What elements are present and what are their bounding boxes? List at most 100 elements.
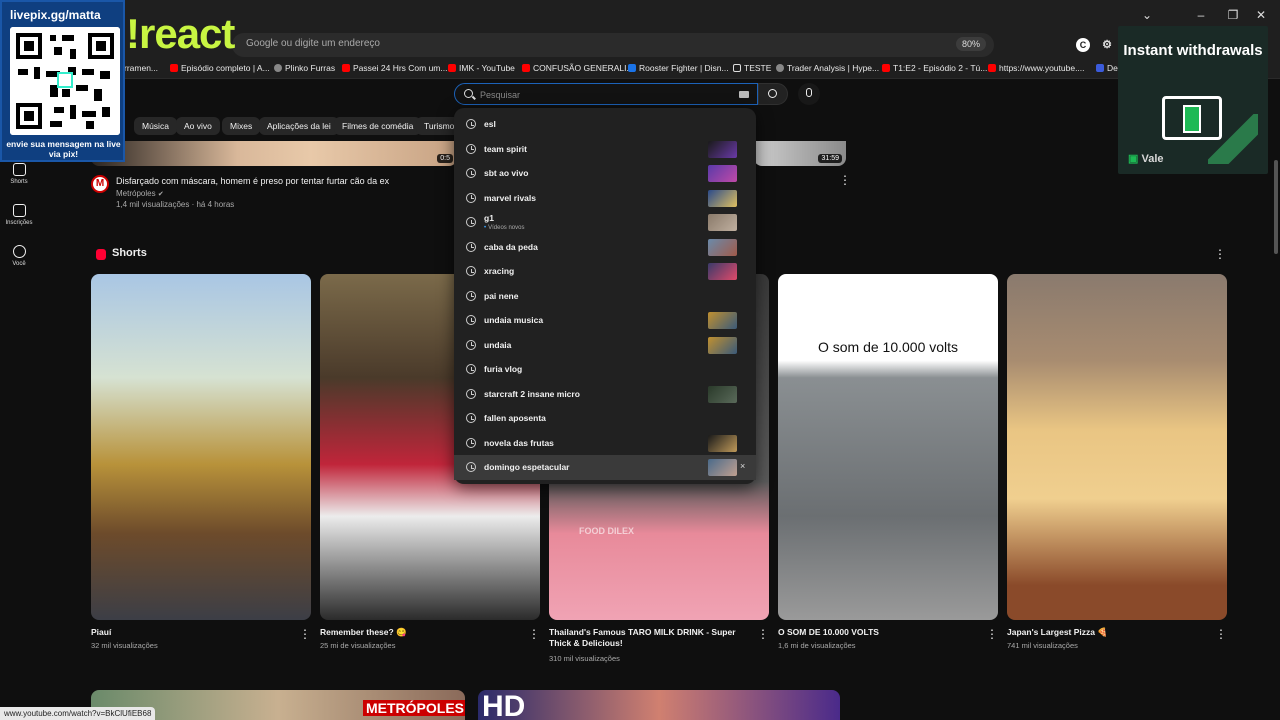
video-thumbnail[interactable]: HD bbox=[478, 690, 840, 720]
minimize-icon[interactable]: – bbox=[1194, 8, 1208, 22]
short-thumbnail[interactable] bbox=[1007, 274, 1227, 620]
bookmark-item[interactable]: Plinko Furras bbox=[274, 63, 335, 73]
bookmark-item[interactable]: Passei 24 Hrs Com um... bbox=[342, 63, 447, 73]
more-icon[interactable] bbox=[839, 173, 851, 187]
chip-comedy[interactable]: Filmes de comédia bbox=[334, 117, 422, 135]
guide-label: Shorts bbox=[10, 179, 28, 185]
folder-icon bbox=[733, 64, 741, 72]
brand-logo-icon: ▣ bbox=[1128, 153, 1139, 165]
disney-icon bbox=[628, 64, 636, 72]
suggestion-item[interactable]: team spirit bbox=[454, 137, 756, 162]
voice-search-button[interactable] bbox=[798, 83, 820, 105]
short-title[interactable]: O SOM DE 10.000 VOLTS bbox=[778, 627, 978, 638]
ad-brand-text: Vale bbox=[1141, 153, 1164, 165]
guide-label: Você bbox=[12, 261, 26, 267]
bookmark-item[interactable]: https://www.youtube.... bbox=[988, 63, 1085, 73]
youtube-icon bbox=[522, 64, 530, 72]
chip-music[interactable]: Música bbox=[134, 117, 177, 135]
more-icon[interactable] bbox=[299, 627, 311, 641]
suggestion-text: starcraft 2 insane micro bbox=[484, 388, 580, 399]
profile-avatar[interactable]: C bbox=[1076, 38, 1090, 52]
scrollbar[interactable] bbox=[1274, 160, 1278, 254]
suggestion-item[interactable]: sbt ao vivo bbox=[454, 161, 756, 186]
video-thumbnail[interactable]: 0:5 bbox=[91, 141, 457, 166]
history-icon bbox=[466, 462, 476, 472]
subscriptions-icon bbox=[12, 204, 26, 217]
keyboard-icon[interactable] bbox=[739, 91, 749, 98]
brand-chevron-icon bbox=[1208, 114, 1258, 164]
suggestion-item[interactable]: undaia bbox=[454, 333, 756, 358]
history-icon bbox=[466, 388, 476, 399]
video-title[interactable]: Disfarçado com máscara, homem é preso po… bbox=[116, 176, 389, 186]
more-icon[interactable] bbox=[986, 627, 998, 641]
suggestion-item[interactable]: novela das frutas bbox=[454, 431, 756, 456]
suggestion-text: xracing bbox=[484, 266, 515, 276]
suggestion-item[interactable]: xracing bbox=[454, 259, 756, 284]
bookmark-folder[interactable]: TESTE bbox=[733, 63, 771, 73]
suggestion-text: pai nene bbox=[484, 290, 519, 301]
search-button[interactable] bbox=[758, 83, 788, 105]
guide-label: Inscrições bbox=[5, 220, 33, 226]
remove-suggestion-button[interactable]: × bbox=[740, 461, 745, 471]
suggestion-item[interactable]: pai nene bbox=[454, 284, 756, 309]
suggestion-item[interactable]: caba da peda bbox=[454, 235, 756, 260]
chip-law[interactable]: Aplicações da lei bbox=[259, 117, 339, 135]
video-thumbnail[interactable]: 31:59 bbox=[754, 141, 846, 166]
bookmark-item[interactable]: IMK - YouTube bbox=[448, 63, 515, 73]
suggestion-thumbnail bbox=[708, 238, 737, 256]
guide-you[interactable]: Você bbox=[0, 245, 38, 267]
short-title[interactable]: Remember these? 😋 bbox=[320, 627, 520, 638]
channel-name[interactable]: Metrópoles ✔ bbox=[116, 189, 164, 198]
suggestion-text: undaia musica bbox=[484, 315, 544, 325]
suggestion-item[interactable]: fallen aposenta bbox=[454, 406, 756, 431]
bookmark-item[interactable]: CONFUSÃO GENERALI... bbox=[522, 63, 634, 73]
bookmark-item[interactable]: rramen... bbox=[124, 63, 158, 73]
search-input[interactable]: Pesquisar bbox=[454, 83, 758, 105]
suggestion-item[interactable]: starcraft 2 insane micro bbox=[454, 382, 756, 407]
bookmark-item[interactable]: Episódio completo | A... bbox=[170, 63, 270, 73]
suggestion-item[interactable]: domingo espetacular × bbox=[454, 455, 756, 480]
guide-subscriptions[interactable]: Inscrições bbox=[0, 204, 38, 226]
suggestion-item[interactable]: esl bbox=[454, 112, 756, 137]
short-thumbnail[interactable] bbox=[91, 274, 311, 620]
video-duration: 31:59 bbox=[818, 154, 842, 163]
suggestion-text: team spirit bbox=[484, 143, 527, 154]
address-bar[interactable]: Google ou digite um endereço 80% bbox=[232, 33, 994, 57]
guide-shorts[interactable]: Shorts bbox=[0, 163, 38, 185]
suggestion-item[interactable]: undaia musica bbox=[454, 308, 756, 333]
bookmark-item[interactable]: Trader Analysis | Hype... bbox=[776, 63, 879, 73]
address-placeholder: Google ou digite um endereço bbox=[246, 38, 380, 49]
bookmark-item[interactable]: De bbox=[1096, 63, 1118, 73]
more-icon[interactable] bbox=[1214, 247, 1226, 261]
bookmark-icon bbox=[1096, 64, 1104, 72]
chevron-down-icon[interactable]: ⌄ bbox=[1140, 8, 1154, 22]
history-icon bbox=[466, 364, 476, 374]
history-icon bbox=[466, 290, 476, 301]
short-thumbnail[interactable]: O som de 10.000 volts bbox=[778, 274, 998, 620]
suggestion-item[interactable]: g1 Vídeos novos bbox=[454, 210, 756, 235]
more-icon[interactable] bbox=[1215, 627, 1227, 641]
bookmark-item[interactable]: Rooster Fighter | Disn... bbox=[628, 63, 729, 73]
more-icon[interactable] bbox=[528, 627, 540, 641]
short-title[interactable]: Thailand's Famous TARO MILK DRINK - Supe… bbox=[549, 627, 754, 649]
zoom-badge[interactable]: 80% bbox=[955, 37, 986, 51]
suggestion-item[interactable]: furia vlog bbox=[454, 357, 756, 382]
livepix-panel: livepix.gg/matta envie sua mensagem na l… bbox=[0, 0, 125, 162]
chip-live[interactable]: Ao vivo bbox=[176, 117, 220, 135]
suggestion-item[interactable]: marvel rivals bbox=[454, 186, 756, 211]
short-title[interactable]: Piauí bbox=[91, 627, 291, 638]
more-icon[interactable] bbox=[757, 627, 769, 641]
maximize-icon[interactable]: ❐ bbox=[1226, 8, 1240, 22]
chip-mixes[interactable]: Mixes bbox=[222, 117, 261, 135]
bookmark-item[interactable]: T1:E2 - Episódio 2 - Tú... bbox=[882, 63, 987, 73]
close-icon[interactable]: ✕ bbox=[1254, 8, 1268, 22]
history-icon bbox=[466, 339, 476, 350]
status-url: www.youtube.com/watch?v=BkClUfiEB68 bbox=[0, 707, 156, 720]
short-title[interactable]: Japan's Largest Pizza 🍕 bbox=[1007, 627, 1207, 638]
globe-icon bbox=[776, 64, 784, 72]
suggestion-thumbnail bbox=[708, 214, 737, 231]
extension-icon[interactable]: ⚙ bbox=[1100, 38, 1114, 52]
bookmarks-bar: rramen... Episódio completo | A... Plink… bbox=[0, 59, 1280, 79]
channel-brand-text: METRÓPOLES bbox=[363, 700, 465, 716]
channel-avatar[interactable]: M bbox=[91, 175, 109, 193]
